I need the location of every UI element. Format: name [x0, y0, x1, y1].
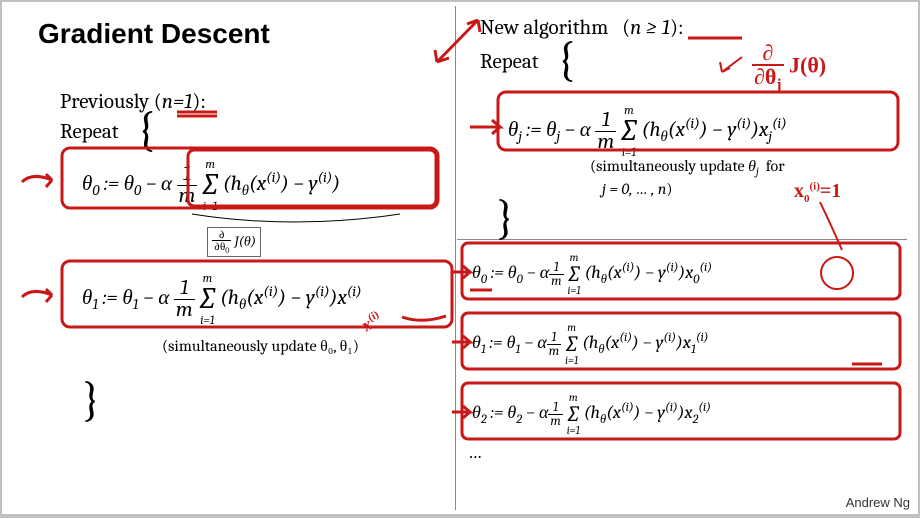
- eq-theta1-right: θ1 := θ1 − α1m m∑i=1 (hθ(x(i)) − y(i))x1…: [472, 322, 709, 366]
- handwritten-xi: x(i): [358, 309, 385, 337]
- eq-theta2-right: θ2 := θ2 − α1m m∑i=1 (hθ(x(i)) − y(i))x2…: [472, 392, 711, 436]
- close-brace-right: }: [496, 190, 515, 245]
- right-note1: (simultaneously update θj for: [590, 157, 785, 178]
- right-note2: j = 0, … , n): [602, 180, 673, 198]
- eq-theta1-left: θ1 := θ1 − α 1m m∑i=1 (hθ(x(i)) − y(i))x…: [82, 272, 362, 326]
- right-subtitle: New algorithm (n ≥ 1):: [480, 16, 684, 40]
- eq-theta0-left: θ0 := θ0 − α 1m m∑i=1 (hθ(x(i)) − y(i)): [82, 158, 340, 212]
- handwritten-partial: ∂∂θj J(θ): [752, 42, 826, 93]
- slide-title: Gradient Descent: [38, 18, 270, 50]
- open-brace-right: {: [557, 32, 576, 87]
- open-brace-left: {: [137, 102, 156, 157]
- slide: Gradient Descent Previously (n=1): Repea…: [2, 2, 918, 514]
- close-brace-left: }: [82, 372, 101, 427]
- handwritten-x0-eq-1: x0(i)=1: [794, 180, 841, 205]
- divider-horizontal: [457, 239, 907, 240]
- left-repeat-label: Repeat: [60, 120, 119, 144]
- divider-vertical: [455, 6, 456, 510]
- underbrace-note: ∂∂θ0 J(θ): [207, 227, 261, 257]
- left-note: (simultaneously update θ₀, θ₁): [162, 337, 359, 356]
- author-label: Andrew Ng: [846, 495, 910, 510]
- eq-theta0-right: θ0 := θ0 − α1m m∑i=1 (hθ(x(i)) − y(i))x0…: [472, 252, 712, 296]
- right-repeat-label: Repeat: [480, 50, 539, 74]
- eq-thetaj-right: θj := θj − α 1m m∑i=1 (hθ(x(i)) − y(i))x…: [508, 104, 787, 158]
- left-subtitle: Previously (n=1):: [60, 90, 206, 114]
- ellipsis-dots: …: [468, 442, 482, 463]
